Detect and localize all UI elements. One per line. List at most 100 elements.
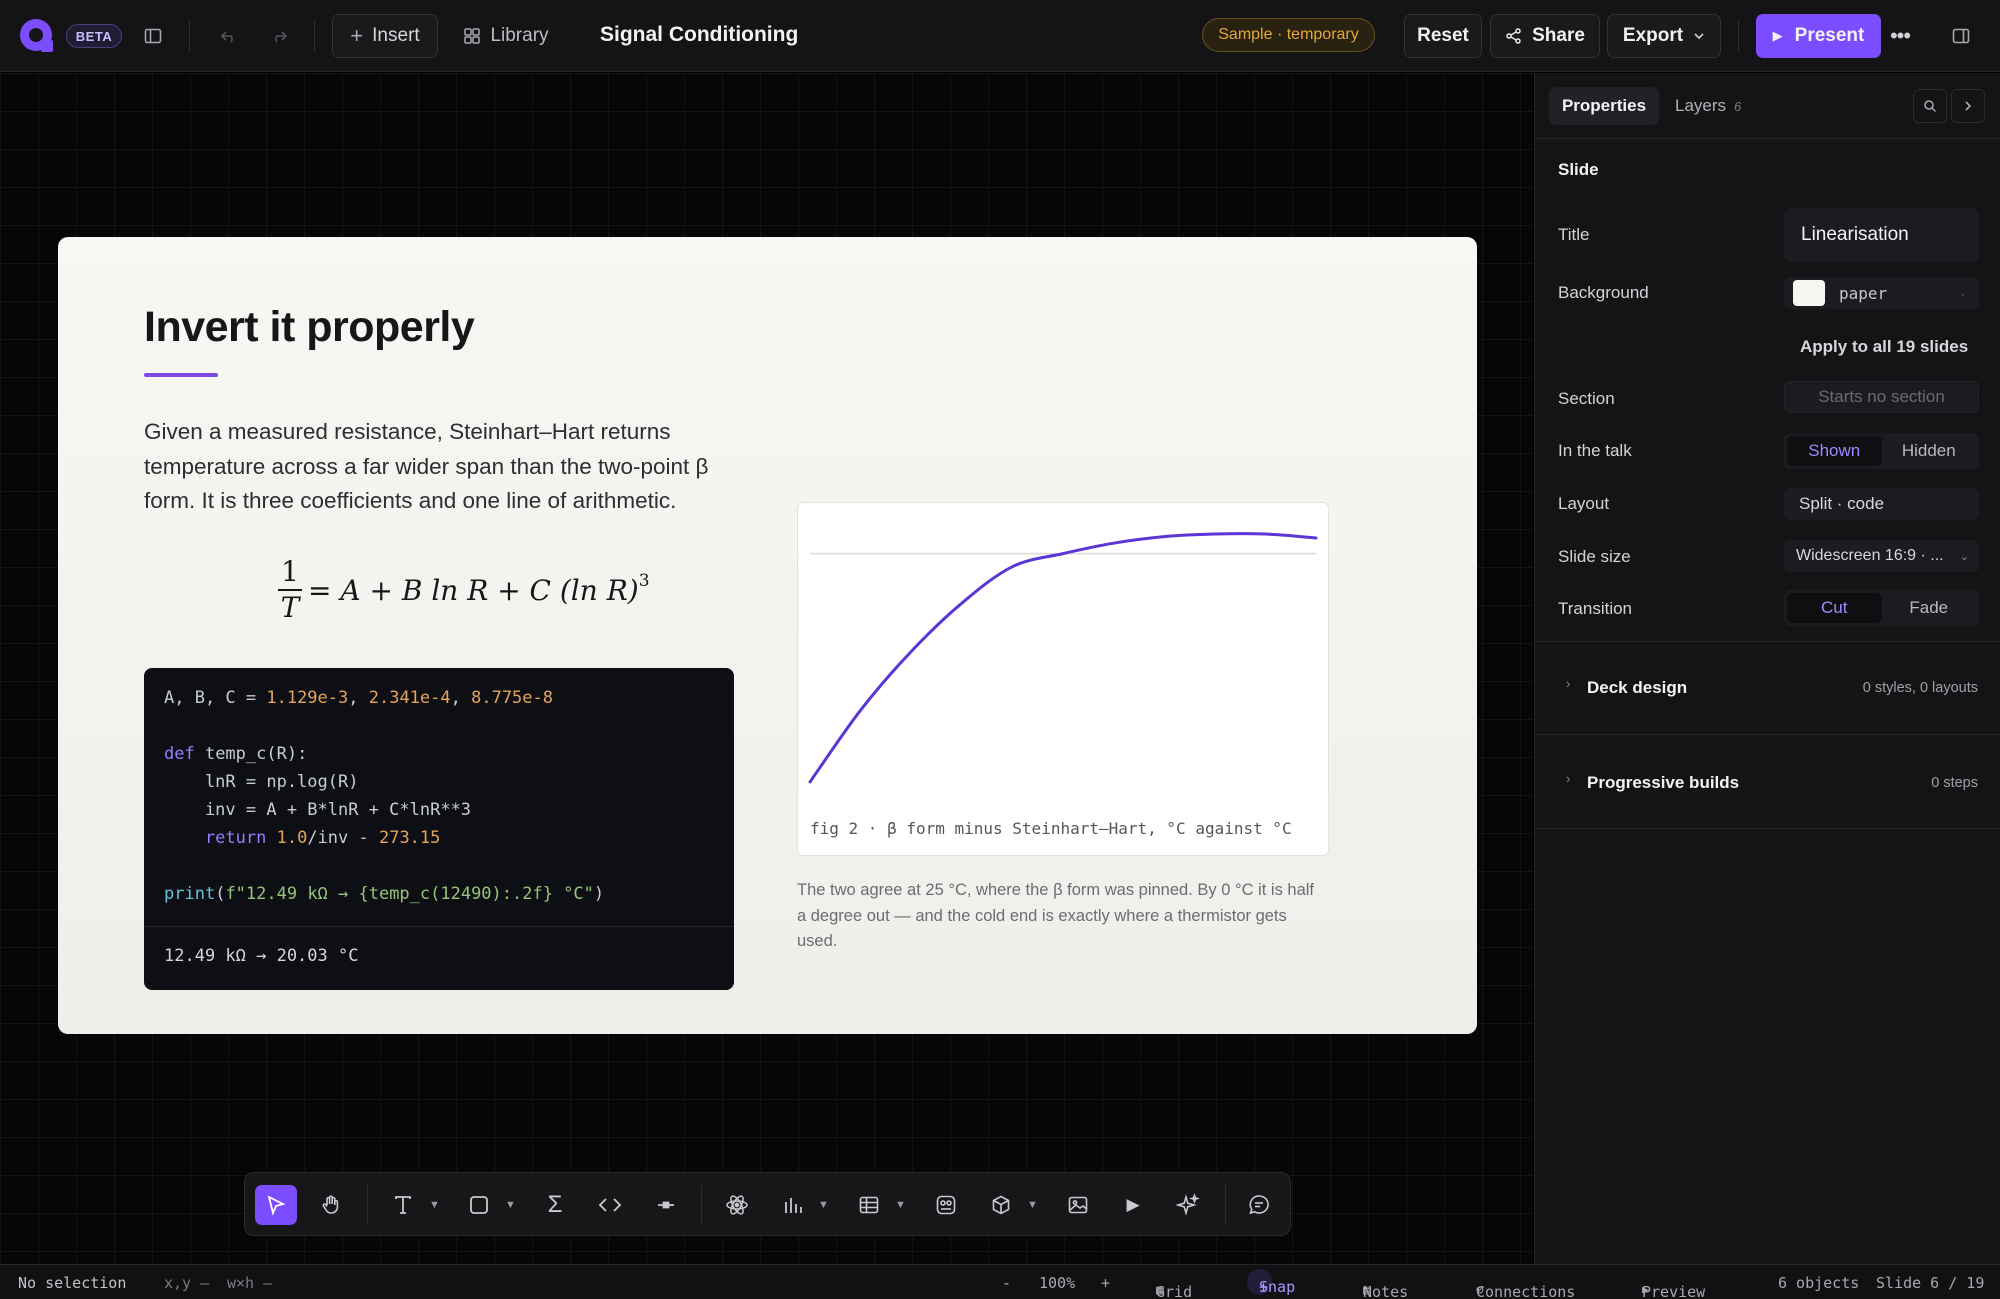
deck-design-section[interactable]: › Deck design 0 styles, 0 layouts bbox=[1535, 641, 2000, 735]
chevron-down-icon: ⌄ bbox=[1959, 550, 1969, 563]
background-select[interactable]: paper ⌄ bbox=[1784, 277, 1979, 309]
table-icon bbox=[859, 1196, 879, 1214]
plus-icon: + bbox=[350, 23, 364, 48]
code-token: ) bbox=[593, 884, 605, 904]
zoom-level[interactable]: 100% bbox=[1039, 1274, 1075, 1292]
text-icon bbox=[395, 1196, 411, 1214]
panel-toggle-button[interactable] bbox=[1946, 14, 1976, 58]
snap-label: Snap bbox=[1259, 1278, 1296, 1296]
hidden-option[interactable]: Hidden bbox=[1882, 436, 1977, 466]
code-token: 273.15 bbox=[378, 828, 441, 848]
text-tool[interactable] bbox=[385, 1187, 421, 1223]
layout-select[interactable]: Split · code bbox=[1784, 488, 1979, 520]
sigma-icon: Σ bbox=[547, 1191, 563, 1218]
share-button[interactable]: Share bbox=[1490, 14, 1600, 58]
chevron-down-icon[interactable]: ▼ bbox=[505, 1199, 516, 1211]
formula-denominator: T bbox=[280, 591, 300, 624]
cut-option[interactable]: Cut bbox=[1787, 593, 1882, 623]
equation-tool[interactable]: Σ bbox=[537, 1187, 573, 1223]
tool-palette: ▼ ▼ Σ ▼ ▼ ▼ ▶ bbox=[244, 1172, 1291, 1236]
select-tool[interactable] bbox=[255, 1185, 297, 1225]
redo-icon bbox=[275, 31, 288, 43]
chevron-down-icon[interactable]: ▼ bbox=[895, 1199, 906, 1211]
embed-tool[interactable] bbox=[928, 1187, 964, 1223]
slide-body-text[interactable]: Given a measured resistance, Steinhart–H… bbox=[144, 415, 744, 519]
divider-tool[interactable] bbox=[648, 1187, 684, 1223]
more-icon: ••• bbox=[1889, 23, 1911, 48]
table-tool[interactable] bbox=[851, 1187, 887, 1223]
series-line-0 bbox=[808, 532, 1318, 784]
redo-button[interactable] bbox=[264, 14, 294, 58]
insert-button[interactable]: + Insert bbox=[332, 14, 438, 58]
diagram-tool[interactable] bbox=[719, 1187, 755, 1223]
sample-badge: Sample · temporary bbox=[1202, 18, 1375, 52]
progressive-builds-section[interactable]: › Progressive builds 0 steps bbox=[1535, 735, 2000, 829]
3d-tool[interactable] bbox=[983, 1187, 1019, 1223]
code-line: inv = A + B*lnR + C*lnR**3 bbox=[164, 800, 472, 820]
chart-tool[interactable] bbox=[775, 1187, 811, 1223]
present-button[interactable]: ▶ Present bbox=[1756, 14, 1881, 58]
in-the-talk-toggle[interactable]: Shown Hidden bbox=[1784, 433, 1979, 469]
export-button[interactable]: Export bbox=[1607, 14, 1721, 58]
code-token: 1.0 bbox=[266, 828, 308, 848]
zoom-out-button[interactable]: - bbox=[1002, 1274, 1011, 1292]
library-button[interactable]: Library bbox=[456, 14, 556, 58]
sidebar-toggle-button[interactable] bbox=[138, 14, 168, 58]
title-input[interactable]: Linearisation bbox=[1784, 208, 1979, 262]
divider bbox=[314, 20, 315, 52]
transition-toggle[interactable]: Cut Fade bbox=[1784, 590, 1979, 626]
code-icon bbox=[598, 1198, 622, 1212]
tab-layers[interactable]: Layers 6 bbox=[1675, 87, 1741, 125]
cube-icon bbox=[992, 1195, 1010, 1215]
chart-description[interactable]: The two agree at 25 °C, where the β form… bbox=[797, 878, 1327, 955]
chevron-right-icon: › bbox=[1566, 771, 1571, 786]
shape-tool[interactable] bbox=[461, 1187, 497, 1223]
chart-card[interactable]: fig 2 · β form minus Steinhart–Hart, °C … bbox=[797, 502, 1329, 856]
fade-option[interactable]: Fade bbox=[1882, 593, 1977, 623]
divider bbox=[189, 20, 190, 52]
slide-title[interactable]: Invert it properly bbox=[144, 303, 475, 352]
panel-collapse-button[interactable] bbox=[1951, 89, 1985, 123]
present-label: Present bbox=[1794, 25, 1865, 46]
snap-toggle[interactable]: + Snap bbox=[1247, 1269, 1295, 1296]
image-tool[interactable] bbox=[1060, 1187, 1096, 1223]
reset-button[interactable]: Reset bbox=[1404, 14, 1482, 58]
transition-label: Transition bbox=[1558, 599, 1633, 618]
comment-tool[interactable] bbox=[1241, 1187, 1277, 1223]
xy-readout: x,y — bbox=[164, 1274, 210, 1292]
chevron-down-icon[interactable]: ▼ bbox=[818, 1199, 829, 1211]
canvas[interactable]: Invert it properly Given a measured resi… bbox=[0, 73, 1533, 1264]
play-icon: ▶ bbox=[1126, 1195, 1140, 1214]
video-tool[interactable]: ▶ bbox=[1115, 1187, 1151, 1223]
chevron-down-icon[interactable]: ▼ bbox=[1027, 1199, 1038, 1211]
more-options-button[interactable]: ••• bbox=[1888, 14, 1912, 58]
zoom-in-button[interactable]: + bbox=[1101, 1274, 1110, 1292]
panel-search-button[interactable] bbox=[1913, 89, 1947, 123]
code-line: print(f"12.49 kΩ → {temp_c(12490):.2f} °… bbox=[164, 884, 604, 904]
slide-size-select[interactable]: Widescreen 16:9 · ... ⌄ bbox=[1784, 540, 1979, 572]
share-label: Share bbox=[1532, 25, 1585, 46]
slide[interactable]: Invert it properly Given a measured resi… bbox=[58, 237, 1477, 1034]
shown-option[interactable]: Shown bbox=[1787, 436, 1882, 466]
image-icon bbox=[1068, 1196, 1088, 1214]
document-title[interactable]: Signal Conditioning bbox=[600, 23, 798, 47]
tab-properties[interactable]: Properties bbox=[1549, 87, 1659, 125]
chevron-right-icon: › bbox=[1566, 676, 1571, 691]
toolbar-divider bbox=[1225, 1185, 1226, 1225]
ai-tool[interactable] bbox=[1170, 1187, 1206, 1223]
apply-all-slides-button[interactable]: Apply to all 19 slides bbox=[1800, 337, 1968, 357]
undo-button[interactable] bbox=[214, 14, 244, 58]
code-token: , bbox=[450, 688, 472, 708]
insert-label: Insert bbox=[372, 25, 420, 46]
comment-icon bbox=[1249, 1195, 1269, 1215]
code-token: return bbox=[164, 828, 267, 848]
code-token: A, B, C = bbox=[164, 688, 267, 708]
slide-size-label: Slide size bbox=[1558, 547, 1631, 566]
section-input[interactable]: Starts no section bbox=[1784, 381, 1979, 413]
chevron-down-icon[interactable]: ▼ bbox=[429, 1199, 440, 1211]
app-logo[interactable] bbox=[18, 17, 54, 53]
code-tool[interactable] bbox=[592, 1187, 628, 1223]
hand-tool[interactable] bbox=[313, 1187, 349, 1223]
code-block[interactable]: A, B, C = 1.129e-3, 2.341e-4, 8.775e-8 d… bbox=[144, 668, 734, 990]
section-label: Section bbox=[1558, 389, 1615, 408]
